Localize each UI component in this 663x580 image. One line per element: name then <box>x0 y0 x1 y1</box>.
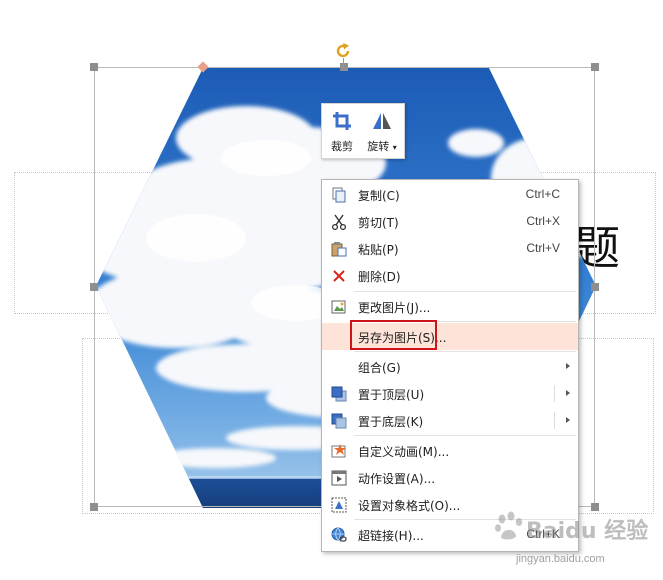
resize-handle-right[interactable] <box>591 283 599 291</box>
menu-item-delete[interactable]: 删除(D) <box>322 262 578 289</box>
submenu-divider <box>554 412 555 429</box>
context-menu: 复制(C) Ctrl+C 剪切(T) Ctrl+X 粘贴(P) Ctrl+V 删… <box>321 179 579 552</box>
flip-rotate-icon <box>373 113 391 129</box>
menu-item-label: 更改图片(J)... <box>358 301 431 315</box>
scissors-icon <box>331 214 347 230</box>
menu-item-change-picture[interactable]: 更改图片(J)... <box>322 293 578 320</box>
menu-item-copy[interactable]: 复制(C) Ctrl+C <box>322 181 578 208</box>
menu-item-label: 组合(G) <box>358 361 401 375</box>
crop-button[interactable]: 裁剪 <box>322 104 362 158</box>
menu-item-shortcut: Ctrl+X <box>526 214 560 228</box>
menu-item-action-settings[interactable]: 动作设置(A)... <box>322 464 578 491</box>
paste-icon <box>331 242 347 257</box>
hyperlink-globe-icon <box>331 527 347 542</box>
menu-item-label: 剪切(T) <box>358 216 399 230</box>
baidu-watermark: Baidu 经验 jingyan.baidu.com <box>486 505 662 577</box>
menu-item-paste[interactable]: 粘贴(P) Ctrl+V <box>322 235 578 262</box>
picture-mini-toolbar: 裁剪 旋转 ▾ <box>321 103 405 159</box>
submenu-arrow-icon[interactable] <box>566 417 570 423</box>
menu-item-shortcut: Ctrl+V <box>526 241 560 255</box>
annotation-red-box <box>350 320 437 350</box>
rotate-label: 旋转 ▾ <box>362 138 402 154</box>
rotate-label-text: 旋转 <box>367 140 390 153</box>
menu-item-group[interactable]: 组合(G) <box>322 353 578 380</box>
menu-item-send-to-back[interactable]: 置于底层(K) <box>322 407 578 434</box>
format-object-icon <box>331 497 347 513</box>
menu-item-label: 复制(C) <box>358 189 400 203</box>
resize-handle-top[interactable] <box>340 63 348 71</box>
menu-separator <box>354 351 576 352</box>
menu-separator <box>354 291 576 292</box>
menu-item-label: 置于顶层(U) <box>358 388 425 402</box>
menu-item-label: 粘贴(P) <box>358 243 399 257</box>
submenu-arrow-icon <box>566 363 570 369</box>
watermark-brand: Baidu 经验 <box>526 519 649 544</box>
menu-item-label: 删除(D) <box>358 270 401 284</box>
resize-handle-top-left[interactable] <box>90 63 98 71</box>
menu-item-label: 超链接(H)... <box>358 529 424 543</box>
send-to-back-icon <box>331 413 347 429</box>
resize-handle-bottom-left[interactable] <box>90 503 98 511</box>
menu-item-label: 设置对象格式(O)... <box>358 499 461 513</box>
watermark-url: jingyan.baidu.com <box>516 553 605 565</box>
menu-item-cut[interactable]: 剪切(T) Ctrl+X <box>322 208 578 235</box>
rotate-button[interactable]: 旋转 ▾ <box>362 104 402 158</box>
delete-x-icon <box>333 270 345 282</box>
resize-handle-left[interactable] <box>90 283 98 291</box>
action-settings-icon <box>331 470 347 486</box>
crop-icon <box>333 112 351 130</box>
crop-label: 裁剪 <box>331 140 353 153</box>
menu-item-label: 动作设置(A)... <box>358 472 436 486</box>
submenu-divider <box>554 385 555 402</box>
submenu-arrow-icon[interactable] <box>566 390 570 396</box>
custom-animation-icon <box>331 444 346 458</box>
menu-separator <box>354 435 576 436</box>
resize-handle-top-right[interactable] <box>591 63 599 71</box>
change-picture-icon <box>331 300 346 314</box>
rotate-handle-icon[interactable] <box>333 41 353 61</box>
chevron-down-icon: ▾ <box>392 143 397 152</box>
baidu-paw-icon <box>495 511 523 540</box>
menu-item-bring-to-front[interactable]: 置于顶层(U) <box>322 380 578 407</box>
menu-item-label: 自定义动画(M)... <box>358 445 450 459</box>
menu-item-custom-animation[interactable]: 自定义动画(M)... <box>322 437 578 464</box>
menu-item-shortcut: Ctrl+C <box>525 187 560 201</box>
bring-to-front-icon <box>331 386 347 402</box>
menu-item-label: 置于底层(K) <box>358 415 424 429</box>
copy-icon <box>332 187 346 203</box>
